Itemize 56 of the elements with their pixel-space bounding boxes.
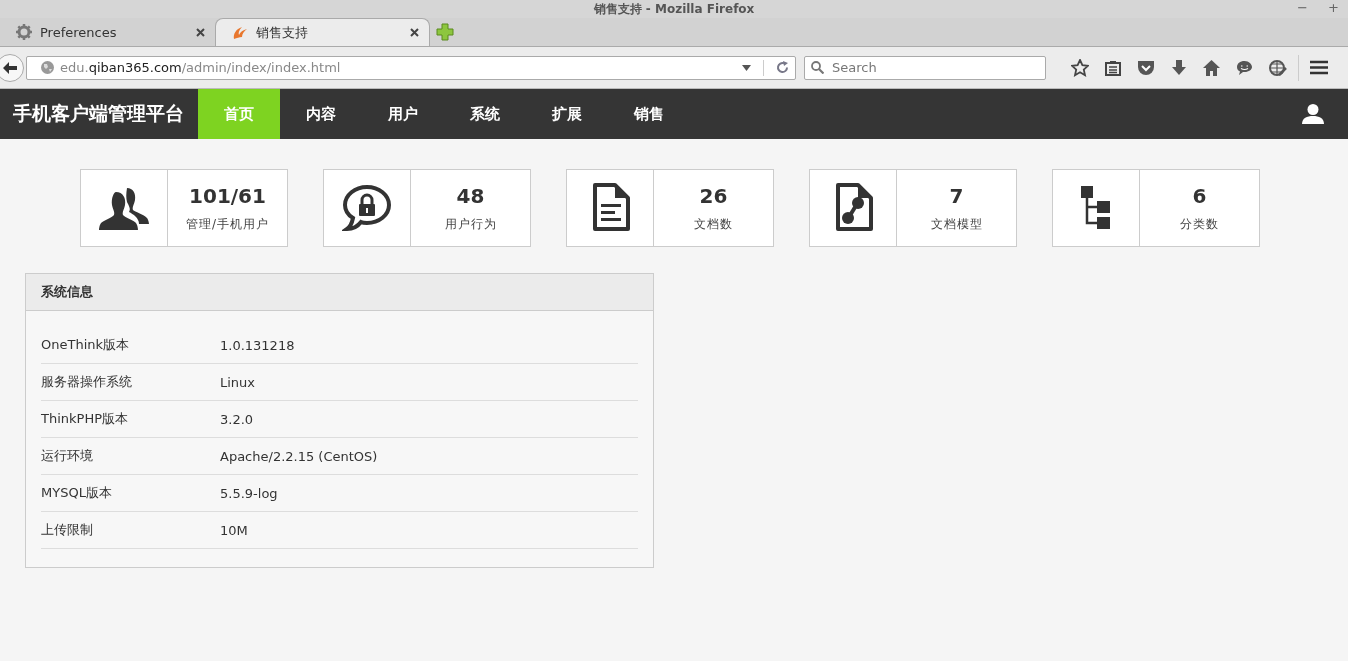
- file-link-icon: [833, 183, 873, 233]
- hierarchy-icon: [1081, 186, 1111, 230]
- info-value: 3.2.0: [220, 411, 254, 427]
- info-label: 服务器操作系统: [41, 373, 133, 391]
- info-value: 5.5.9-log: [220, 485, 278, 501]
- search-input[interactable]: Search: [830, 59, 1034, 76]
- nav-item[interactable]: 内容: [280, 89, 362, 139]
- close-icon[interactable]: [410, 28, 419, 37]
- browser-tab[interactable]: 销售支持: [215, 18, 430, 46]
- nav-item[interactable]: 系统: [444, 89, 526, 139]
- reload-icon[interactable]: [776, 61, 789, 74]
- tab-label: 销售支持: [256, 23, 309, 42]
- nav-item[interactable]: 销售: [608, 89, 690, 139]
- stat-label: 文档模型: [930, 215, 983, 233]
- info-label: 运行环境: [41, 447, 94, 465]
- search-icon: [811, 61, 824, 74]
- document-icon: [590, 183, 630, 233]
- window-control[interactable]: −: [1297, 0, 1308, 15]
- stat-label: 用户行为: [444, 215, 497, 233]
- nav-item[interactable]: 用户: [362, 89, 444, 139]
- gear-icon: [16, 24, 32, 40]
- stat-value: 6: [1192, 183, 1207, 208]
- panel-title: 系统信息: [41, 283, 93, 301]
- stat-label: 分类数: [1180, 215, 1219, 233]
- info-value: Apache/2.2.15 (CentOS): [220, 448, 378, 464]
- info-value: 1.0.131218: [220, 337, 295, 353]
- info-label: ThinkPHP版本: [41, 410, 129, 428]
- back-button[interactable]: [0, 53, 24, 82]
- globe-icon: [41, 61, 54, 74]
- stat-value: 101/61: [189, 183, 266, 208]
- url-text: edu.qiban365.com/admin/index/index.html: [60, 60, 342, 75]
- stat-value: 7: [949, 183, 964, 208]
- stat-value: 26: [699, 183, 728, 208]
- dropdown-arrow-icon[interactable]: [742, 64, 751, 71]
- browser-tab[interactable]: Preferences: [0, 18, 215, 46]
- brand-title: 手机客户端管理平台: [12, 101, 185, 126]
- stat-label: 管理/手机用户: [185, 215, 269, 233]
- close-icon[interactable]: [196, 27, 205, 37]
- info-value: 10M: [220, 522, 248, 538]
- address-field[interactable]: edu.qiban365.com/admin/index/index.html: [26, 55, 796, 80]
- info-value: Linux: [220, 374, 256, 390]
- tab-label: Preferences: [40, 24, 118, 40]
- wing-logo-icon: [232, 25, 248, 40]
- back-arrow-icon: [3, 61, 17, 74]
- chat-lock-icon: [342, 184, 392, 232]
- users-icon: [99, 186, 149, 230]
- info-label: 上传限制: [41, 521, 94, 539]
- window-control[interactable]: +: [1328, 0, 1339, 15]
- user-icon[interactable]: [1302, 104, 1324, 124]
- stat-value: 48: [456, 183, 485, 208]
- window-title: 销售支持 - Mozilla Firefox: [593, 0, 755, 18]
- stat-label: 文档数: [694, 215, 733, 233]
- search-field[interactable]: Search: [804, 55, 1046, 80]
- nav-item[interactable]: 扩展: [526, 89, 608, 139]
- info-label: OneThink版本: [41, 336, 131, 354]
- info-label: MYSQL版本: [41, 484, 113, 502]
